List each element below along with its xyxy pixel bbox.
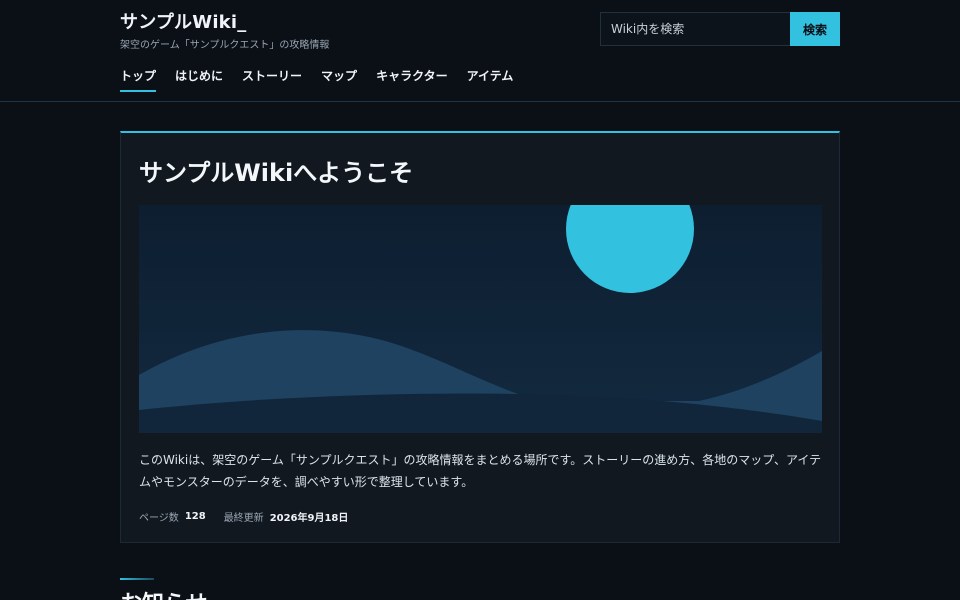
site-header: サンプルWiki_ 架空のゲーム「サンプルクエスト」の攻略情報 検索 トップ は… xyxy=(0,0,960,102)
welcome-card: サンプルWikiへようこそ このWikiは、架空のゲーム「サンプルクエスト」の攻… xyxy=(120,131,840,543)
landscape-illustration xyxy=(139,205,822,433)
nav-item-story[interactable]: ストーリー xyxy=(242,66,302,92)
main-nav: トップ はじめに ストーリー マップ キャラクター アイテム xyxy=(120,66,532,94)
welcome-text: このWikiは、架空のゲーム「サンプルクエスト」の攻略情報をまとめる場所です。ス… xyxy=(139,453,822,489)
nav-item-items[interactable]: アイテム xyxy=(467,66,514,92)
news-section-title: お知らせ xyxy=(120,586,208,600)
nav-item-top[interactable]: トップ xyxy=(120,66,157,92)
nav-item-intro[interactable]: はじめに xyxy=(175,66,223,92)
last-updated-value: 2026年9月18日 xyxy=(269,513,349,524)
search-box: 検索 xyxy=(600,12,840,46)
nav-item-map[interactable]: マップ xyxy=(321,66,357,92)
site-subtitle: 架空のゲーム「サンプルクエスト」の攻略情報 xyxy=(120,40,330,51)
nav-item-characters[interactable]: キャラクター xyxy=(376,66,448,92)
page-count-label: ページ数 xyxy=(139,513,179,524)
search-input[interactable] xyxy=(600,12,790,46)
last-updated-label: 最終更新 xyxy=(223,513,264,524)
page-meta: ページ数 128 最終更新 2026年9月18日 xyxy=(139,509,366,524)
page-count-value: 128 xyxy=(184,511,206,522)
site-title[interactable]: サンプルWiki_ xyxy=(120,8,246,34)
search-button[interactable]: 検索 xyxy=(790,12,840,46)
hero-image xyxy=(139,205,822,433)
section-accent-bar xyxy=(120,578,154,580)
welcome-title: サンプルWikiへようこそ xyxy=(139,159,414,187)
